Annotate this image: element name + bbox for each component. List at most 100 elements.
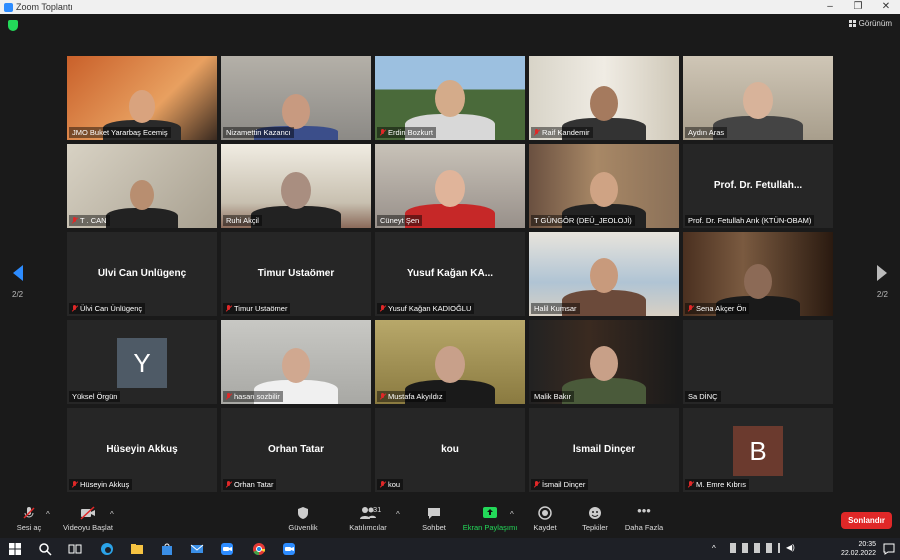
participant-name-tag: T . CAN — [69, 215, 110, 226]
mic-muted-icon — [226, 481, 232, 488]
participant-display-name: Yusuf Kağan KA... — [406, 268, 494, 279]
view-button[interactable]: Görünüm — [848, 19, 892, 28]
zoom-meeting-taskbar-icon[interactable] — [282, 542, 296, 556]
security-shield-icon[interactable] — [8, 20, 18, 31]
participant-name-tag: Cüneyt Şen — [377, 215, 423, 226]
smiley-icon — [589, 507, 601, 519]
chat-label: Sohbet — [422, 523, 446, 532]
speaker-icon[interactable]: ◀) — [786, 543, 795, 552]
participant-name-tag: Raif Kandemir — [531, 127, 593, 138]
participant-tile[interactable]: T . CAN — [67, 144, 217, 228]
previous-page-arrow-icon[interactable] — [13, 265, 23, 281]
participant-tile[interactable]: Ruhi Akçil — [221, 144, 371, 228]
participant-name: kou — [388, 480, 401, 489]
participant-tile[interactable]: B M. Emre Kıbrıs — [683, 408, 833, 492]
record-label: Kaydet — [533, 523, 557, 532]
video-options-caret-icon[interactable]: ^ — [110, 510, 114, 519]
participant-tile[interactable]: Yusuf Kağan KA... Yusuf Kağan KADIOĞLU — [375, 232, 525, 316]
participant-name-tag: Sa DİNÇ — [685, 391, 721, 402]
participant-avatar: B — [733, 426, 783, 476]
video-off-icon — [80, 506, 95, 520]
close-button[interactable]: ✕ — [872, 0, 900, 14]
zoom-taskbar-icon[interactable] — [220, 542, 234, 556]
participant-tile[interactable]: T GÜNGÖR (DEÜ_JEOLOJİ) — [529, 144, 679, 228]
tray-icons[interactable] — [730, 543, 780, 553]
next-page-arrow-icon[interactable] — [877, 265, 887, 281]
participant-name: Yüksel Örgün — [72, 392, 118, 401]
participant-name: Raif Kandemir — [542, 128, 590, 137]
maximize-button[interactable]: ❐ — [844, 0, 872, 14]
reactions-button[interactable]: Tepkiler — [580, 506, 610, 532]
participants-button[interactable]: 31 Katılımcılar — [346, 505, 390, 532]
participant-tile[interactable]: İsmail Dinçer İsmail Dinçer — [529, 408, 679, 492]
grid-view-icon — [848, 20, 856, 27]
mail-icon[interactable] — [190, 542, 204, 556]
participant-tile[interactable]: Cüneyt Şen — [375, 144, 525, 228]
task-view-icon[interactable] — [68, 542, 82, 556]
participant-tile[interactable]: Sena Akçer Ön — [683, 232, 833, 316]
edge-browser-icon[interactable] — [100, 542, 114, 556]
notifications-icon[interactable] — [882, 542, 896, 556]
participant-display-name: kou — [441, 444, 459, 455]
windows-start-icon[interactable] — [8, 542, 22, 556]
participant-name-tag: Orhan Tatar — [223, 479, 277, 490]
participant-tile[interactable]: Sa DİNÇ — [683, 320, 833, 404]
participant-name: Mustafa Akyıldız — [388, 392, 443, 401]
participant-name: Orhan Tatar — [234, 480, 274, 489]
participant-name: Aydın Aras — [688, 128, 725, 137]
participant-name: Hüseyin Akkuş — [80, 480, 130, 489]
chat-button[interactable]: Sohbet — [418, 506, 450, 532]
participant-tile[interactable]: Malik Bakır — [529, 320, 679, 404]
participant-tile[interactable]: JMO Buket Yararbaş Ecemiş — [67, 56, 217, 140]
mic-muted-icon — [226, 305, 232, 312]
file-explorer-icon[interactable] — [130, 542, 144, 556]
page-indicator-left: 2/2 — [12, 290, 24, 299]
participant-tile[interactable]: Prof. Dr. Fetullah... Prof. Dr. Fetullah … — [683, 144, 833, 228]
more-label: Daha Fazla — [624, 523, 664, 532]
participant-name: Sena Akçer Ön — [696, 304, 747, 313]
record-button[interactable]: Kaydet — [530, 506, 560, 532]
record-icon — [538, 506, 552, 520]
participant-name: Cüneyt Şen — [380, 216, 420, 225]
participant-tile[interactable]: kou kou — [375, 408, 525, 492]
participant-tile[interactable]: Ülvi Can Ünlügenç Ülvi Can Ünlügenç — [67, 232, 217, 316]
audio-options-caret-icon[interactable]: ^ — [46, 510, 50, 519]
search-icon[interactable] — [38, 542, 52, 556]
mic-muted-icon — [380, 305, 386, 312]
security-button[interactable]: Güvenlik — [286, 506, 320, 532]
end-meeting-button[interactable]: Sonlandır — [841, 512, 892, 529]
meeting-topbar: Görünüm — [0, 14, 900, 36]
security-label: Güvenlik — [288, 523, 318, 532]
participant-tile[interactable]: Halil Kumsar — [529, 232, 679, 316]
participant-tile[interactable]: hasan sozbilir — [221, 320, 371, 404]
chrome-icon[interactable] — [252, 542, 266, 556]
participant-tile[interactable]: Timur Ustaömer Timur Ustaömer — [221, 232, 371, 316]
chat-bubble-icon — [428, 508, 440, 519]
participant-tile[interactable]: Nizamettin Kazancı — [221, 56, 371, 140]
participant-tile[interactable]: Orhan Tatar Orhan Tatar — [221, 408, 371, 492]
participants-caret-icon[interactable]: ^ — [396, 510, 400, 519]
participant-tile[interactable]: Raif Kandemir — [529, 56, 679, 140]
participant-name-tag: Halil Kumsar — [531, 303, 580, 314]
participant-tile[interactable]: Aydın Aras — [683, 56, 833, 140]
share-options-caret-icon[interactable]: ^ — [510, 510, 514, 519]
page-indicator-right: 2/2 — [876, 290, 888, 299]
more-button[interactable]: ••• Daha Fazla — [624, 504, 664, 532]
tray-overflow-caret-icon[interactable]: ^ — [712, 544, 716, 553]
taskbar-clock[interactable]: 20:35 22.02.2022 — [841, 540, 876, 558]
mic-muted-icon — [23, 507, 35, 519]
participant-tile[interactable]: Erdin Bozkurt — [375, 56, 525, 140]
store-icon[interactable] — [160, 542, 174, 556]
participant-name: Malik Bakır — [534, 392, 572, 401]
participant-tile[interactable]: Hüseyin Akkuş Hüseyin Akkuş — [67, 408, 217, 492]
participant-name-tag: Erdin Bozkurt — [377, 127, 437, 138]
participant-tile[interactable]: Y Yüksel Örgün — [67, 320, 217, 404]
participant-count: 31 — [373, 505, 382, 514]
minimize-button[interactable]: – — [816, 0, 844, 14]
start-video-button[interactable]: Videoyu Başlat — [60, 506, 116, 532]
participant-tile[interactable]: Mustafa Akyıldız — [375, 320, 525, 404]
participant-name-tag: Ruhi Akçil — [223, 215, 262, 226]
mic-muted-icon — [534, 129, 540, 136]
unmute-button[interactable]: Sesi aç — [12, 506, 46, 532]
shield-icon — [298, 507, 308, 519]
